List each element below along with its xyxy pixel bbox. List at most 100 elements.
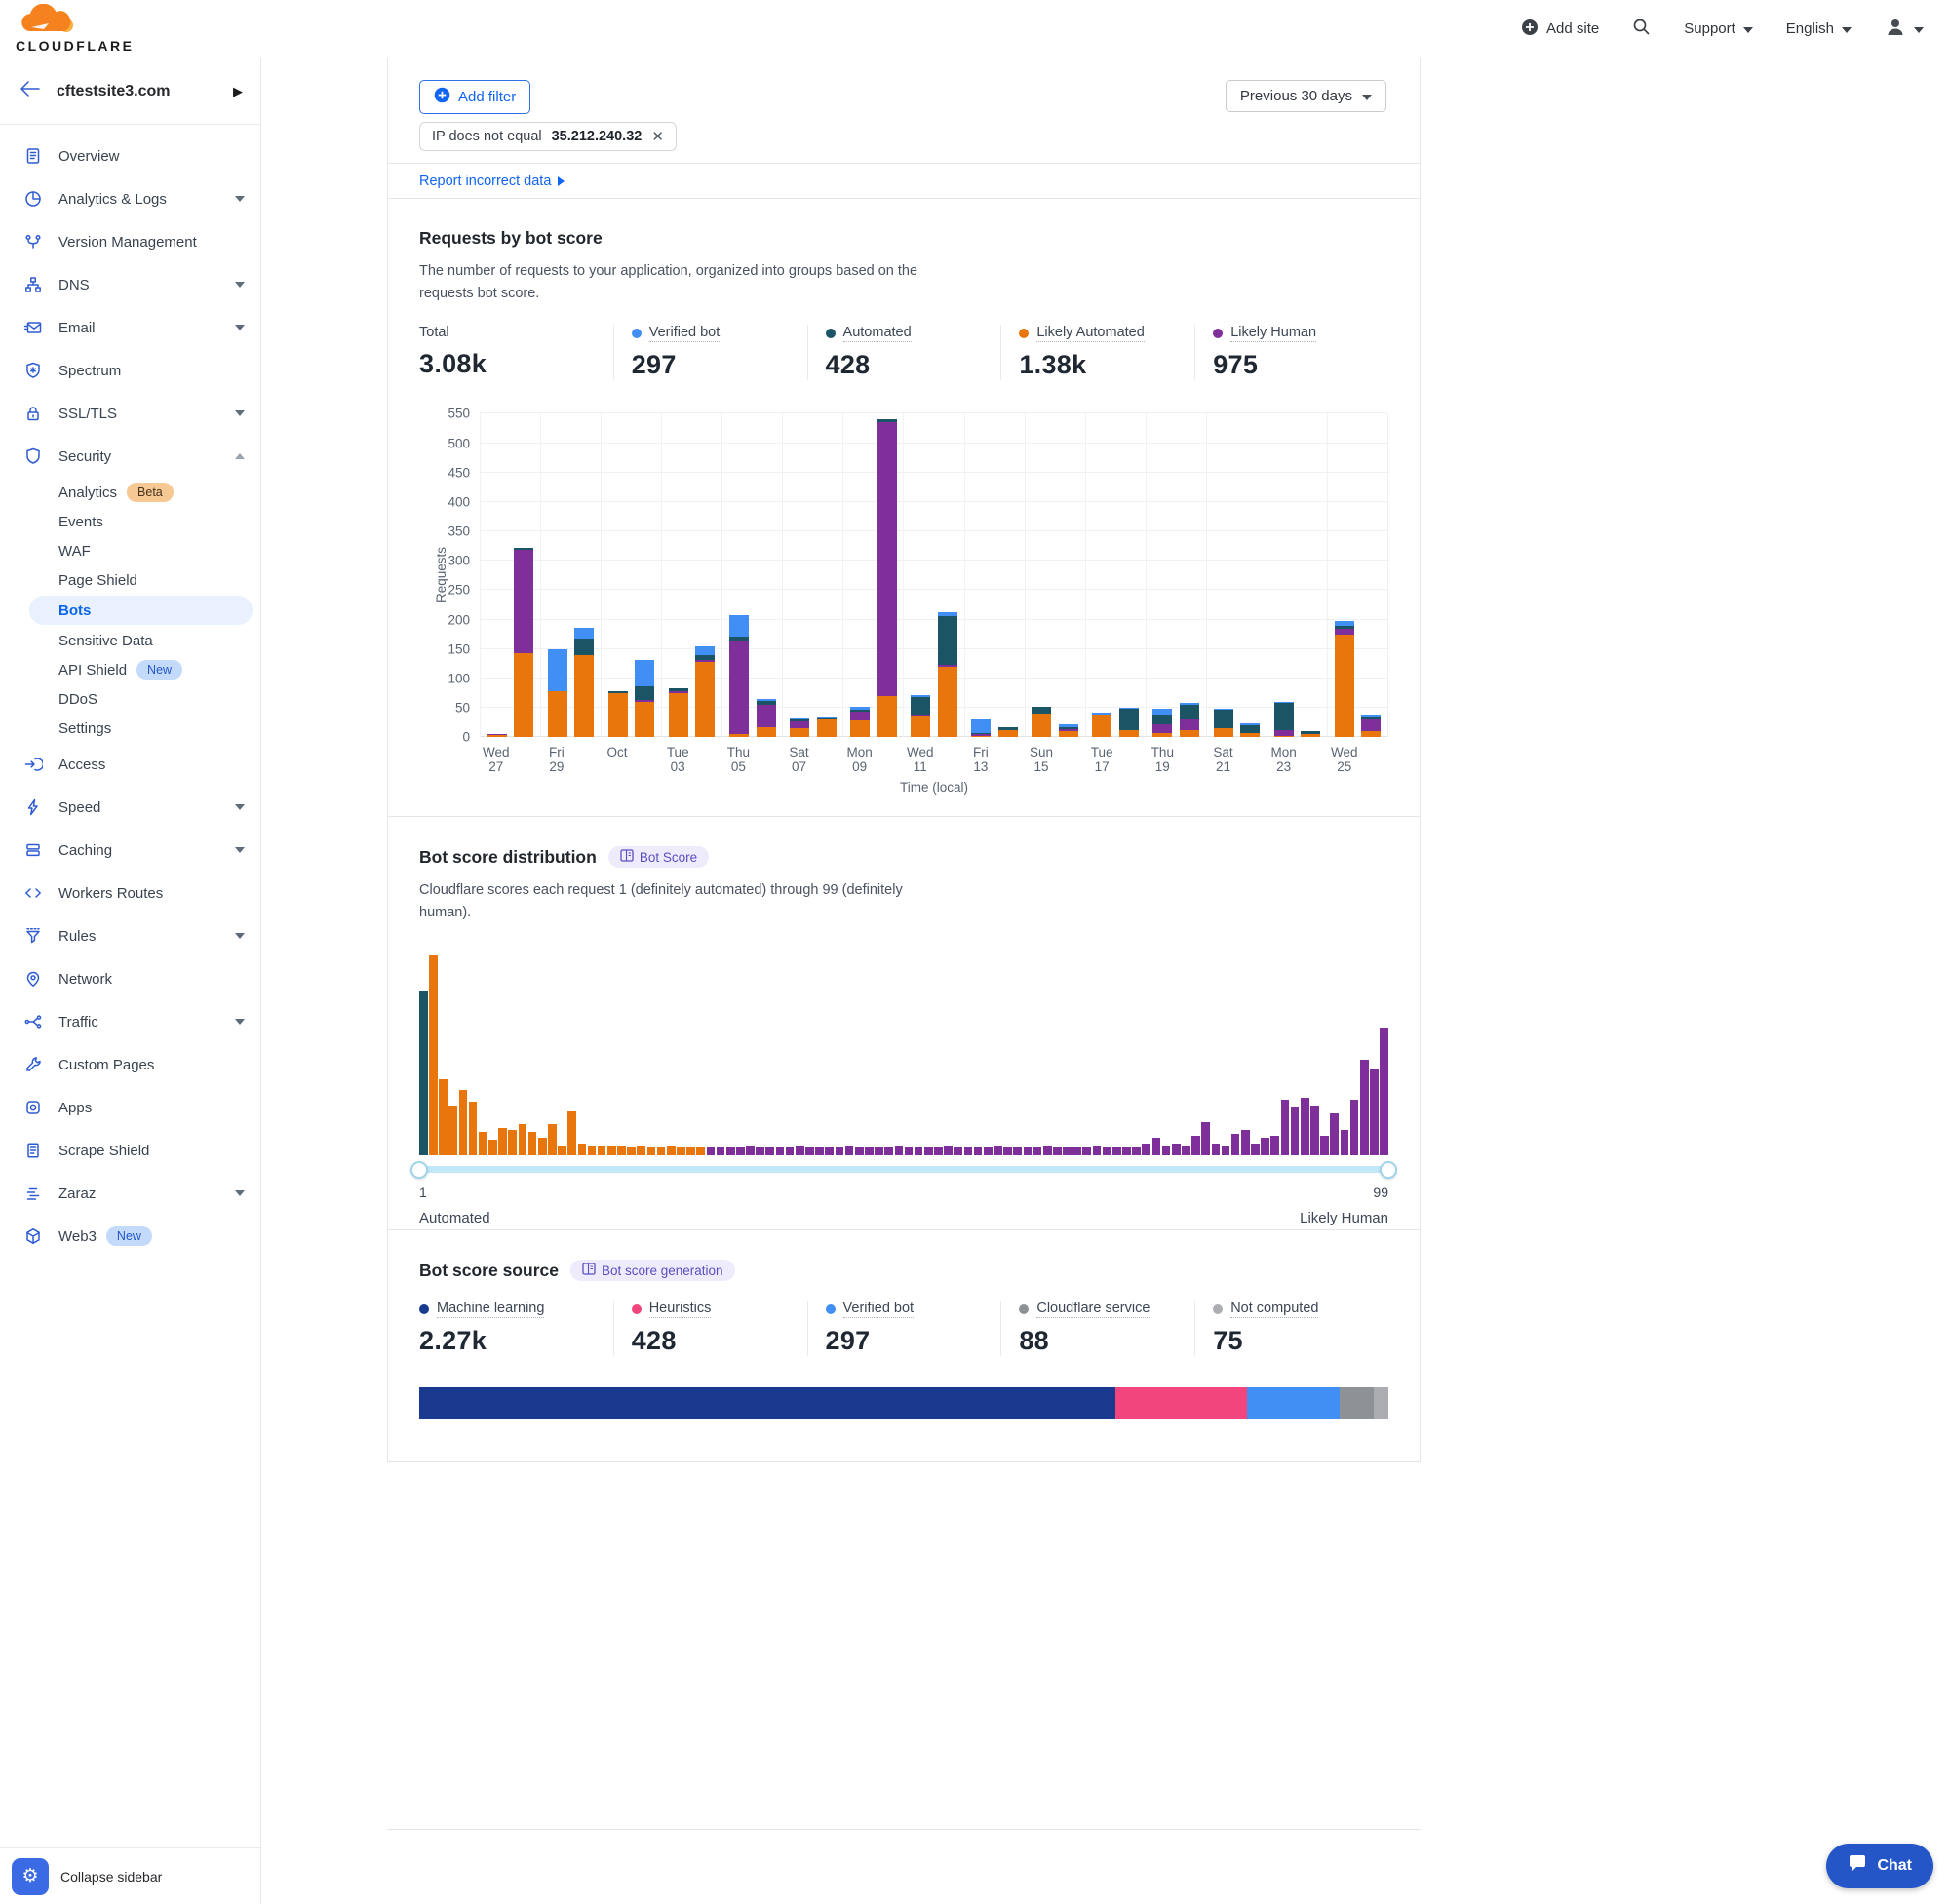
chevron-right-icon[interactable]: ▶ <box>233 84 243 99</box>
wrench-icon <box>23 1055 43 1074</box>
stacked-bar[interactable] <box>635 660 654 737</box>
close-icon[interactable]: ✕ <box>651 128 664 145</box>
stacked-bar[interactable] <box>938 612 957 738</box>
sidebar-item-speed[interactable]: Speed <box>0 786 260 829</box>
sidebar-item-network[interactable]: Network <box>0 957 260 1000</box>
score-range-slider <box>419 1161 1388 1179</box>
segment-likely-automated <box>487 735 507 737</box>
hist-bar-score-5 <box>459 1090 468 1156</box>
back-arrow-icon[interactable] <box>19 80 41 102</box>
sidebar-item-sensitive-data[interactable]: Sensitive Data <box>0 626 260 655</box>
sidebar-item-analytics[interactable]: AnalyticsBeta <box>0 478 260 507</box>
stacked-bar[interactable] <box>1152 709 1172 737</box>
stacked-bar[interactable] <box>877 419 897 737</box>
stacked-bar[interactable] <box>998 727 1018 738</box>
sidebar-item-dns[interactable]: DNS <box>0 263 260 306</box>
collapse-sidebar-button[interactable]: Collapse sidebar <box>60 1869 162 1885</box>
stacked-bar[interactable] <box>1214 709 1233 738</box>
y-tick-label: 250 <box>448 583 470 598</box>
stacked-bar[interactable] <box>1032 707 1051 737</box>
stacked-bar[interactable] <box>1335 621 1354 737</box>
sidebar-item-access[interactable]: Access <box>0 743 260 786</box>
stacked-bar[interactable] <box>1240 723 1260 737</box>
stacked-bar[interactable] <box>911 695 930 737</box>
cloudflare-logo[interactable]: CLOUDFLARE <box>16 4 134 54</box>
language-menu[interactable]: English <box>1786 20 1852 37</box>
stacked-bar[interactable] <box>574 628 594 738</box>
stacked-bar[interactable] <box>1180 703 1199 738</box>
source-segment-verified-bot <box>1247 1387 1340 1419</box>
support-menu[interactable]: Support <box>1684 20 1753 37</box>
y-tick-label: 350 <box>448 525 470 539</box>
user-menu[interactable] <box>1885 17 1924 42</box>
hist-bar-score-94 <box>1341 1130 1349 1156</box>
stacked-bar[interactable] <box>850 707 870 737</box>
stacked-bar[interactable] <box>1059 724 1078 737</box>
sidebar-item-traffic[interactable]: Traffic <box>0 1000 260 1043</box>
segment-likely-human <box>877 422 897 696</box>
sidebar-item-email[interactable]: Email <box>0 306 260 349</box>
x-tick-label: Oct <box>601 745 661 774</box>
slider-track[interactable] <box>419 1166 1388 1173</box>
sidebar-item-web3[interactable]: Web3New <box>0 1215 260 1258</box>
sidebar-item-analytics-logs[interactable]: Analytics & Logs <box>0 177 260 220</box>
sidebar-item-events[interactable]: Events <box>0 507 260 536</box>
sidebar-item-custom-pages[interactable]: Custom Pages <box>0 1043 260 1086</box>
filter-chip[interactable]: IP does not equal 35.212.240.32 ✕ <box>419 122 677 151</box>
segment-likely-automated <box>790 728 809 737</box>
sidebar-item-api-shield[interactable]: API ShieldNew <box>0 655 260 684</box>
bot-score-badge[interactable]: Bot Score <box>608 846 709 868</box>
stacked-bar[interactable] <box>548 649 567 738</box>
segment-likely-automated <box>1361 731 1381 737</box>
search-button[interactable] <box>1632 18 1651 40</box>
sidebar-item-zaraz[interactable]: Zaraz <box>0 1172 260 1215</box>
stacked-bar[interactable] <box>971 719 991 737</box>
stacked-bar[interactable] <box>757 699 776 737</box>
stacked-bar[interactable] <box>514 548 533 737</box>
stacked-bar[interactable] <box>1092 713 1111 737</box>
sidebar-item-spectrum[interactable]: Spectrum <box>0 349 260 392</box>
bar-group <box>661 413 721 737</box>
sidebar-item-scrape-shield[interactable]: Scrape Shield <box>0 1129 260 1172</box>
stacked-bar[interactable] <box>1119 708 1139 737</box>
bot-score-generation-badge[interactable]: Bot score generation <box>570 1260 735 1281</box>
sidebar-item-settings[interactable]: Settings <box>0 714 260 743</box>
sidebar-item-page-shield[interactable]: Page Shield <box>0 565 260 595</box>
stacked-bar[interactable] <box>729 615 749 738</box>
add-filter-button[interactable]: Add filter <box>419 80 530 114</box>
sidebar-item-waf[interactable]: WAF <box>0 536 260 565</box>
sidebar-item-ssl-tls[interactable]: SSL/TLS <box>0 392 260 435</box>
sidebar-item-caching[interactable]: Caching <box>0 829 260 872</box>
sidebar-item-overview[interactable]: Overview <box>0 135 260 177</box>
add-site-button[interactable]: Add site <box>1521 19 1599 40</box>
stacked-bar[interactable] <box>790 718 809 737</box>
stacked-bar[interactable] <box>1361 715 1381 737</box>
stacked-bar[interactable] <box>695 646 715 737</box>
segment-verified-bot <box>695 646 715 654</box>
segment-verified-bot <box>729 615 749 637</box>
sidebar-item-rules[interactable]: Rules <box>0 914 260 957</box>
stacked-bar[interactable] <box>608 691 628 738</box>
hist-bar-score-40 <box>805 1147 814 1155</box>
bar-group <box>1025 413 1085 737</box>
report-incorrect-data-link[interactable]: Report incorrect data <box>419 174 565 189</box>
sidebar-item-security[interactable]: Security <box>0 435 260 478</box>
stacked-bar[interactable] <box>669 688 688 738</box>
sidebar-item-version-management[interactable]: Version Management <box>0 220 260 263</box>
stacked-bar[interactable] <box>1301 731 1320 738</box>
stacked-bar[interactable] <box>487 734 507 737</box>
stacked-bar[interactable] <box>1274 702 1294 738</box>
date-range-dropdown[interactable]: Previous 30 days <box>1226 80 1386 112</box>
hist-bar-score-6 <box>469 1102 478 1155</box>
stacked-bar[interactable] <box>817 717 837 737</box>
sidebar-item-workers-routes[interactable]: Workers Routes <box>0 872 260 914</box>
sidebar-item-bots[interactable]: Bots <box>29 596 253 625</box>
settings-gear-button[interactable]: ⚙ <box>12 1858 49 1895</box>
slider-handle-min[interactable] <box>410 1161 428 1179</box>
sidebar-item-apps[interactable]: Apps <box>0 1086 260 1129</box>
sidebar-item-ddos[interactable]: DDoS <box>0 684 260 714</box>
chat-button[interactable]: Chat <box>1826 1844 1933 1888</box>
plot-area[interactable] <box>480 413 1388 737</box>
slider-handle-max[interactable] <box>1380 1161 1397 1179</box>
distribution-histogram[interactable] <box>419 955 1388 1155</box>
